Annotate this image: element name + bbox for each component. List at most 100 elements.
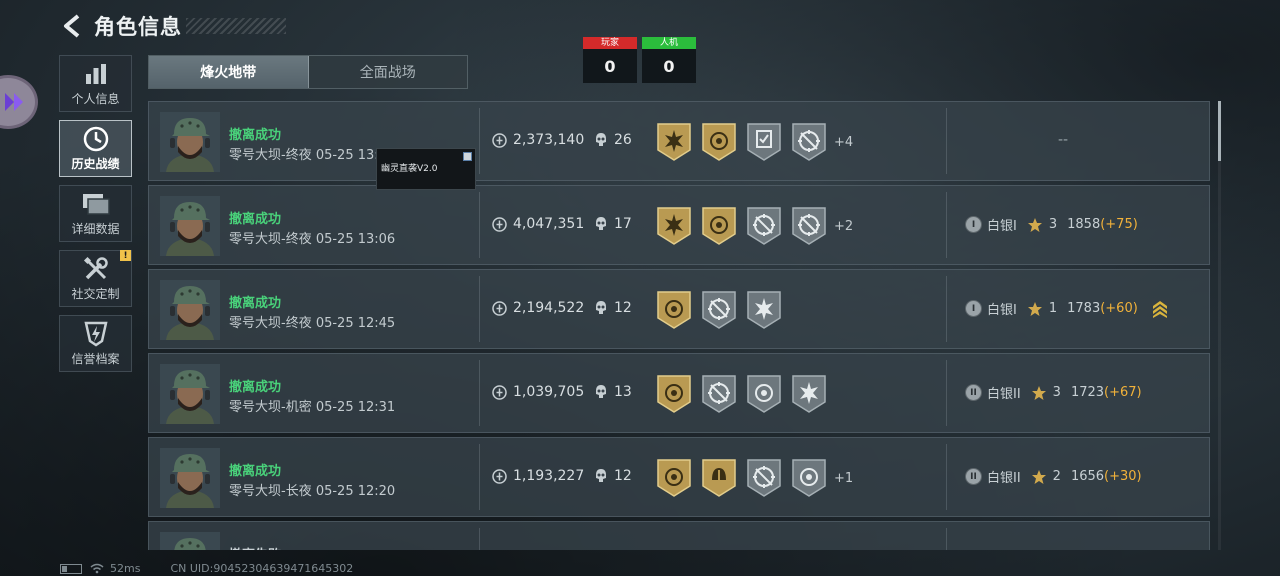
- gold-target-medal-icon[interactable]: [656, 290, 701, 330]
- operator-avatar: [160, 112, 220, 172]
- operator-avatar: [160, 532, 220, 550]
- extraction-status: 撤离成功: [229, 296, 282, 311]
- row-divider: [479, 192, 480, 258]
- tooltip-text: 幽灵直袭V2.0: [381, 164, 438, 174]
- rank-tier: 白银I: [987, 303, 1017, 318]
- kill-count-text: 26: [614, 132, 632, 148]
- promotion-chevrons-icon: [1152, 300, 1168, 318]
- kill-count-text: 12: [614, 300, 632, 316]
- back-button[interactable]: [58, 11, 86, 41]
- nav-item-profile[interactable]: 个人信息: [59, 55, 132, 112]
- match-row[interactable]: 撤离成功 零号大坝-终夜 05-25 13:48 2,373,140 26 +4 --: [148, 101, 1210, 181]
- match-row[interactable]: 撤离成功 零号大坝-长夜 05-25 12:20 1,193,227 12 +1 II 白银…: [148, 437, 1210, 517]
- wifi-icon: [90, 563, 104, 574]
- nav-label: 详细数据: [71, 221, 120, 236]
- gray-aim-medal-icon[interactable]: [746, 458, 791, 498]
- nav-item-social[interactable]: ! 社交定制: [59, 250, 132, 307]
- tab-full-battlefield[interactable]: 全面战场: [309, 56, 468, 88]
- title-decoration: [186, 18, 286, 34]
- kill-count-text: 12: [614, 468, 632, 484]
- rank-points: 1723: [1070, 385, 1105, 400]
- nav-item-credit[interactable]: 信誉档案: [59, 315, 132, 372]
- gray-skull-target-medal-icon[interactable]: [746, 374, 791, 414]
- medal-tooltip: 幽灵直袭V2.0: [376, 148, 476, 190]
- operator-avatar: [160, 280, 220, 340]
- gray-aim-medal-icon[interactable]: [746, 206, 791, 246]
- gray-aim-medal-icon[interactable]: [791, 206, 836, 246]
- battery-icon: [60, 563, 82, 574]
- match-row[interactable]: 撤离成功 零号大坝-终夜 05-25 13:06 4,047,351 17 +2 I 白银I…: [148, 185, 1210, 265]
- row-divider: [946, 360, 947, 426]
- silver-tier-icon: I: [965, 216, 982, 233]
- gray-aim-medal-icon[interactable]: [701, 374, 746, 414]
- stack-icon: [82, 191, 110, 217]
- map-and-time: 零号大坝-终夜 05-25 12:45: [229, 316, 396, 331]
- loot-value-text: 1,193,227: [513, 468, 585, 484]
- clock-history-icon: [83, 126, 109, 152]
- more-medals-count[interactable]: +2: [834, 219, 853, 234]
- row-divider: [479, 108, 480, 174]
- loot-value: 4,047,351: [492, 216, 584, 232]
- bar-chart-icon: [84, 61, 108, 87]
- loot-value: 2,194,522: [492, 300, 584, 316]
- rank-points: 1656: [1070, 469, 1105, 484]
- more-medals-count[interactable]: +4: [834, 135, 853, 150]
- bot-score-value: 0: [642, 49, 696, 83]
- kill-count: 17: [594, 216, 632, 232]
- skull-icon: [594, 216, 608, 232]
- medal-list: +2: [656, 206, 853, 246]
- star-icon: [1031, 385, 1047, 401]
- nav-item-details[interactable]: 详细数据: [59, 185, 132, 242]
- nav-item-history[interactable]: 历史战绩: [59, 120, 132, 177]
- row-divider: [479, 276, 480, 342]
- gray-aim-medal-icon[interactable]: [701, 290, 746, 330]
- gold-target-medal-icon[interactable]: [656, 458, 701, 498]
- gray-skull-target-medal-icon[interactable]: [791, 458, 836, 498]
- map-and-time: 零号大坝-长夜 05-25 12:20: [229, 484, 396, 499]
- gray-aim-medal-icon[interactable]: [791, 122, 836, 162]
- gold-target-medal-icon[interactable]: [656, 374, 701, 414]
- skull-icon: [594, 468, 608, 484]
- gold-burst-medal-icon[interactable]: [656, 206, 701, 246]
- rank-placeholder: --: [1057, 132, 1069, 148]
- rank-stars: 2: [1052, 469, 1061, 484]
- user-uid: CN UID:9045230463947164530​2: [170, 562, 354, 575]
- match-row[interactable]: 撤离失败: [148, 521, 1210, 550]
- gold-target-medal-icon[interactable]: [701, 122, 746, 162]
- player-score-label: 玩家: [583, 37, 637, 49]
- loot-value: 1,039,705: [492, 384, 584, 400]
- rank-stars: 3: [1048, 217, 1058, 232]
- rank-info: II 白银II 2 1656 (+30): [965, 467, 1142, 486]
- silver-tier-icon: II: [965, 468, 982, 485]
- gold-helmet-medal-icon[interactable]: [701, 458, 746, 498]
- kill-count-text: 13: [614, 384, 632, 400]
- tab-hazard-zone[interactable]: 烽火地带: [149, 56, 309, 88]
- gold-burst-medal-icon[interactable]: [656, 122, 701, 162]
- mode-tabs: 烽火地带 全面战场: [148, 55, 468, 89]
- more-medals-count[interactable]: +1: [834, 471, 853, 486]
- operator-avatar: [160, 196, 220, 256]
- extraction-status: 撤离失败: [229, 544, 281, 550]
- match-row[interactable]: 撤离成功 零号大坝-终夜 05-25 12:45 2,194,522 12 I 白银I 1 1…: [148, 269, 1210, 349]
- scrollbar-thumb[interactable]: [1218, 101, 1221, 161]
- row-divider: [946, 444, 947, 510]
- side-navigation: 个人信息 历史战绩 详细数据 ! 社交定制 信誉档案: [59, 55, 132, 380]
- loot-value-text: 2,194,522: [513, 300, 585, 316]
- kill-count-text: 17: [614, 216, 632, 232]
- match-row[interactable]: 撤离成功 零号大坝-机密 05-25 12:31 1,039,705 13 II 白银II…: [148, 353, 1210, 433]
- gold-target-medal-icon[interactable]: [701, 206, 746, 246]
- extraction-status: 撤离成功: [229, 380, 282, 395]
- map-and-time: 零号大坝-终夜 05-25 13:06: [229, 232, 396, 247]
- loot-value: 1,193,227: [492, 468, 584, 484]
- skull-icon: [594, 132, 608, 148]
- gray-burst-medal-icon[interactable]: [746, 290, 791, 330]
- gray-clipboard-medal-icon[interactable]: [746, 122, 791, 162]
- alert-badge: !: [120, 250, 131, 261]
- medal-list: [656, 374, 836, 414]
- list-scrollbar[interactable]: [1218, 101, 1221, 550]
- map-and-time: 零号大坝-终夜 05-25 13:48: [229, 148, 396, 163]
- gray-burst-medal-icon[interactable]: [791, 374, 836, 414]
- extraction-status: 撤离成功: [229, 212, 282, 227]
- row-divider: [479, 444, 480, 510]
- shield-bolt-icon: [83, 321, 108, 347]
